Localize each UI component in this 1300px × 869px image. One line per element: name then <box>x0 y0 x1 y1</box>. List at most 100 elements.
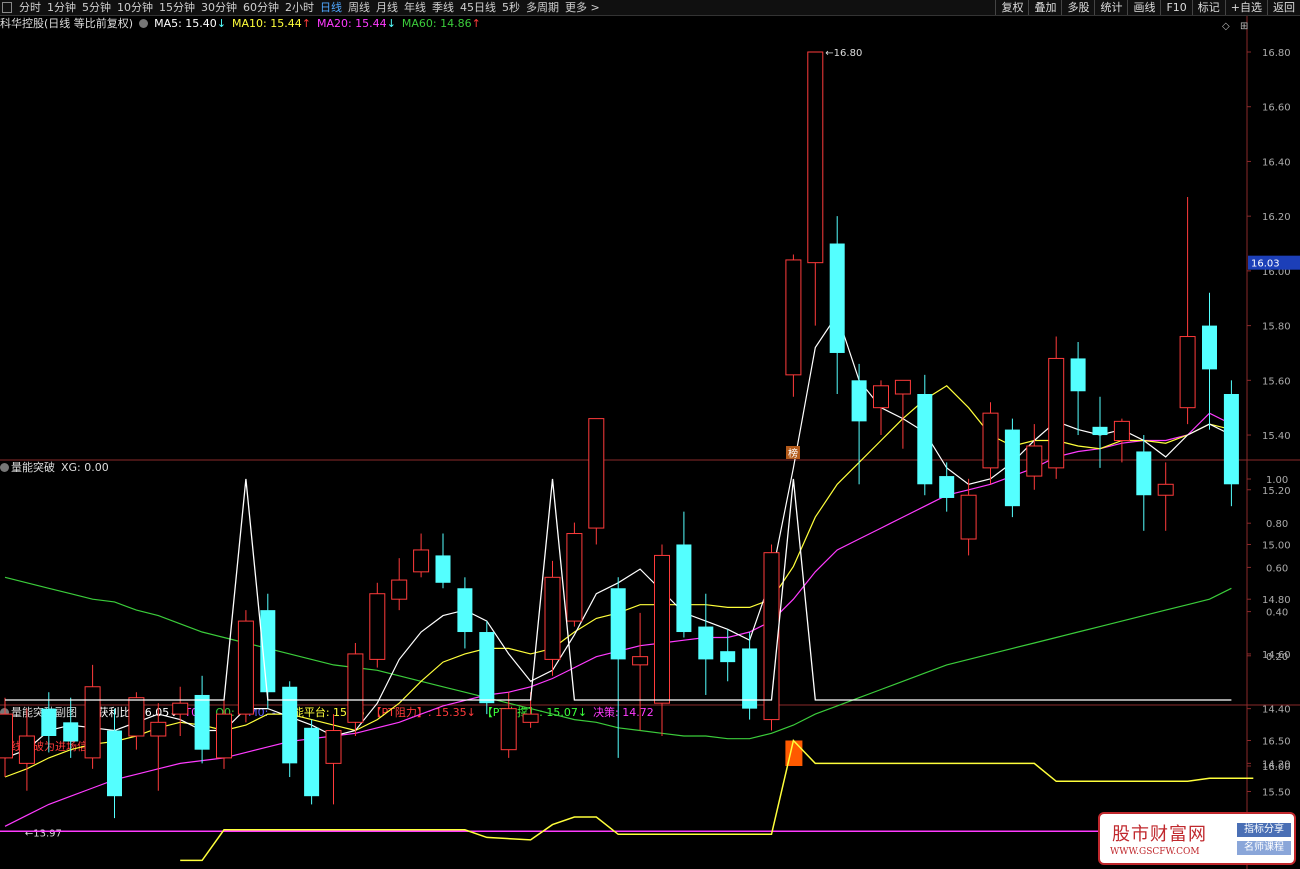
candle-body <box>63 722 79 742</box>
candle-19 <box>413 533 430 578</box>
y-tick-label: 15.80 <box>1262 322 1291 333</box>
candle-body <box>457 588 473 633</box>
candle-2 <box>41 692 57 753</box>
candle-40 <box>873 380 889 436</box>
candle-48 <box>1048 336 1065 479</box>
candle-body <box>500 708 517 751</box>
y-tick-label: 14.80 <box>1262 595 1291 606</box>
watermark-tag-indicator: 指标分享 <box>1237 823 1291 837</box>
candle-body <box>304 727 320 797</box>
candle-14 <box>304 719 320 805</box>
candle-46 <box>1004 418 1020 518</box>
candle-10 <box>216 697 232 769</box>
candle-body <box>107 730 122 797</box>
candle-body <box>807 51 824 264</box>
candle-50 <box>1092 396 1108 468</box>
y-tick-label: 16.80 <box>1262 48 1291 59</box>
watermark-url: WWW.GSCFW.COM <box>1110 847 1200 857</box>
candle-body <box>1136 451 1152 496</box>
candle-body <box>18 735 35 764</box>
candle-body <box>522 713 539 723</box>
candle-25 <box>544 560 561 676</box>
y-tick-label: 15.40 <box>1262 431 1291 442</box>
y-tick-label: 15.00 <box>1262 540 1291 551</box>
y-tick-label: 1.00 <box>1266 475 1288 486</box>
candle-47 <box>1026 424 1043 490</box>
candle-body <box>939 476 955 498</box>
candle-30 <box>654 544 670 736</box>
candle-34 <box>742 632 758 720</box>
candle-35 <box>763 544 780 731</box>
candle-body <box>128 697 145 737</box>
candle-49 <box>1070 342 1086 436</box>
candle-body <box>1092 426 1108 436</box>
candle-37 <box>807 51 824 326</box>
candle-body <box>1179 336 1196 409</box>
stock-chart-canvas[interactable]: 16.80 16.60 16.40 16.20 16.00 15.80 15.60 15.40… <box>0 0 1300 869</box>
candle-body <box>588 418 605 529</box>
candle-body <box>84 686 101 759</box>
candle-17 <box>369 582 386 668</box>
candle-44 <box>960 478 977 556</box>
candle-body <box>1070 358 1086 392</box>
y-tick-label: 16.00 <box>1262 762 1291 773</box>
candle-32 <box>698 593 714 695</box>
candle-26 <box>566 522 583 627</box>
candle-38 <box>829 216 845 394</box>
candle-6 <box>128 692 145 750</box>
candle-body <box>1157 483 1174 496</box>
candle-body <box>216 713 232 759</box>
candle-body <box>960 494 977 540</box>
low-price-label: ←13.97 <box>25 828 62 839</box>
candle-body <box>610 588 626 660</box>
candle-body <box>917 394 933 485</box>
candle-51 <box>1113 418 1130 463</box>
candle-54 <box>1179 197 1196 425</box>
candle-body <box>632 656 649 666</box>
grid-icon: ⊞ <box>1240 21 1248 32</box>
candle-body <box>325 730 342 764</box>
candle-body <box>391 579 408 600</box>
candle-43 <box>939 462 955 512</box>
candle-body <box>566 533 583 622</box>
candle-42 <box>917 374 933 496</box>
candle-13 <box>282 681 298 778</box>
candle-body <box>347 653 364 723</box>
candle-1 <box>18 708 35 791</box>
candle-body <box>172 702 189 715</box>
y-tick-label: 16.40 <box>1262 157 1291 168</box>
y-tick-label: 16.50 <box>1262 737 1291 748</box>
candle-11 <box>237 610 254 723</box>
candle-39 <box>851 363 867 485</box>
candle-body <box>194 694 210 750</box>
candle-body <box>720 651 736 663</box>
candle-0 <box>0 697 13 778</box>
candle-21 <box>457 577 473 649</box>
watermark-title: 股市财富网 <box>1112 824 1207 845</box>
event-marker-label: 榜 <box>788 447 798 460</box>
candle-55 <box>1202 292 1217 430</box>
candle-body <box>894 379 911 395</box>
candle-29 <box>632 612 649 731</box>
candle-body <box>785 259 802 376</box>
y-tick-label: 0.80 <box>1266 519 1288 530</box>
candle-4 <box>84 664 101 769</box>
current-price-label: 16.03 <box>1251 259 1280 270</box>
candle-body <box>237 620 254 715</box>
high-price-label: ←16.80 <box>825 48 862 59</box>
candle-27 <box>588 418 605 545</box>
candle-body <box>479 632 495 704</box>
candle-56 <box>1223 380 1239 507</box>
y-tick-label: 14.40 <box>1262 705 1291 716</box>
candle-36 <box>785 254 802 397</box>
candle-16 <box>347 642 364 736</box>
candle-9 <box>194 675 210 764</box>
y-tick-label: 16.20 <box>1262 212 1291 223</box>
candle-body <box>1223 394 1239 485</box>
candle-body <box>1113 420 1130 442</box>
candle-body <box>369 593 386 660</box>
candle-body <box>1048 357 1065 469</box>
candle-15 <box>325 714 342 805</box>
y-tick-label: 15.20 <box>1262 486 1291 497</box>
candle-52 <box>1136 435 1152 531</box>
